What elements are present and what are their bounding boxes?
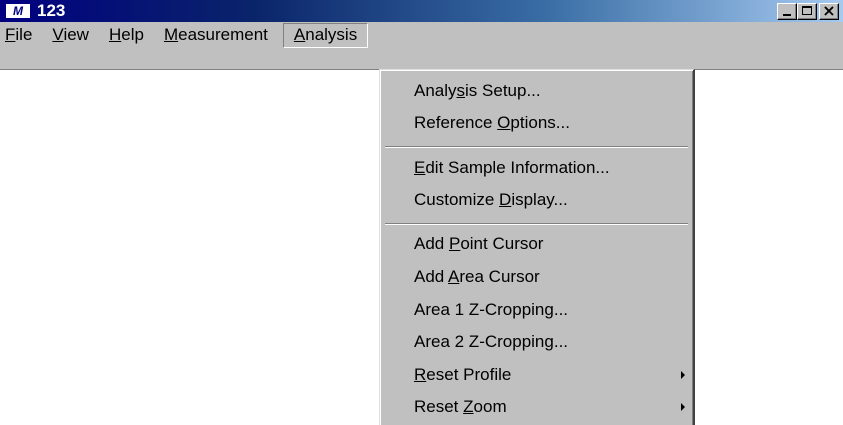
title-bar[interactable]: M 123 × <box>0 0 843 22</box>
window-title: 123 <box>37 1 66 20</box>
menu-analysis-label: nalysis <box>305 24 358 44</box>
menu-item-reset-profile[interactable]: Reset Profile <box>414 362 688 388</box>
label-mnemonic: A <box>448 267 460 286</box>
label-mnemonic: D <box>499 190 512 209</box>
analysis-dropdown-menu: Analysis Setup... Reference Options... E… <box>379 69 695 425</box>
label-pre: Add <box>414 234 449 253</box>
label-post: is Setup... <box>465 81 541 100</box>
menu-view-mnemonic: V <box>52 24 64 44</box>
maximize-icon <box>802 6 812 15</box>
menu-help[interactable]: Help <box>99 24 154 47</box>
label-post: oom <box>473 397 507 416</box>
label-mnemonic: E <box>414 158 426 177</box>
menu-help-mnemonic: H <box>108 24 122 44</box>
menu-bar: File View Help Measurement Analysis <box>0 22 843 70</box>
minimize-button[interactable] <box>777 3 797 20</box>
submenu-arrow-icon <box>681 371 685 379</box>
menu-item-add-point-cursor[interactable]: Add Point Cursor <box>414 231 543 257</box>
label-mnemonic: P <box>448 234 461 253</box>
menu-view[interactable]: View <box>42 24 99 47</box>
menu-separator <box>385 146 688 148</box>
menu-item-customize-display[interactable]: Customize Display... <box>414 187 568 213</box>
label-post: isplay... <box>511 190 568 209</box>
label-pre: Add <box>414 267 449 286</box>
menu-separator <box>385 223 688 225</box>
label-pre: Reset <box>414 397 464 416</box>
menu-file-mnemonic: F <box>5 24 16 44</box>
menu-measurement-label: easurement <box>178 24 268 44</box>
menu-help-label: elp <box>121 24 144 44</box>
app-icon[interactable]: M <box>5 3 31 19</box>
label-mnemonic: O <box>497 113 511 132</box>
label-post: dit Sample Information... <box>425 158 610 177</box>
label-mnemonic: s <box>456 81 466 100</box>
menu-item-area-2-z-cropping[interactable]: Area 2 Z-Cropping... <box>414 329 568 355</box>
menu-analysis[interactable]: Analysis <box>282 22 369 48</box>
menu-item-reference-options[interactable]: Reference Options... <box>414 110 570 136</box>
label-pre: Area 2 Z-Cropping... <box>414 332 569 351</box>
menu-file[interactable]: File <box>0 24 42 47</box>
window-controls: × <box>777 1 839 20</box>
label-mnemonic: Z <box>463 397 474 416</box>
label-pre: Analy <box>414 81 457 100</box>
menu-view-label: iew <box>63 24 89 44</box>
menu-item-analysis-setup[interactable]: Analysis Setup... <box>414 78 541 104</box>
maximize-button[interactable] <box>797 3 817 20</box>
label-post: rea Cursor <box>459 267 540 286</box>
menu-item-add-area-cursor[interactable]: Add Area Cursor <box>414 264 540 290</box>
menu-analysis-mnemonic: A <box>293 24 306 44</box>
menu-item-reset-zoom[interactable]: Reset Zoom <box>414 394 688 420</box>
menu-measurement[interactable]: Measurement <box>154 24 278 47</box>
close-icon: × <box>822 1 836 20</box>
menu-file-label: ile <box>15 24 33 44</box>
close-button[interactable]: × <box>819 1 839 20</box>
minimize-icon <box>783 14 791 16</box>
label-mnemonic: R <box>414 365 427 384</box>
menu-measurement-mnemonic: M <box>163 24 179 44</box>
label-post: oint Cursor <box>460 234 544 253</box>
label-pre: Area 1 Z-Cropping... <box>414 300 569 319</box>
app-icon-text: M <box>13 4 23 18</box>
menu-item-edit-sample-information[interactable]: Edit Sample Information... <box>414 155 610 181</box>
label-post: eset Profile <box>426 365 512 384</box>
submenu-arrow-icon <box>681 403 685 411</box>
menu-item-area-1-z-cropping[interactable]: Area 1 Z-Cropping... <box>414 297 568 323</box>
label-post: ptions... <box>510 113 570 132</box>
label-pre: Reference <box>414 113 498 132</box>
label-pre: Customize <box>414 190 500 209</box>
